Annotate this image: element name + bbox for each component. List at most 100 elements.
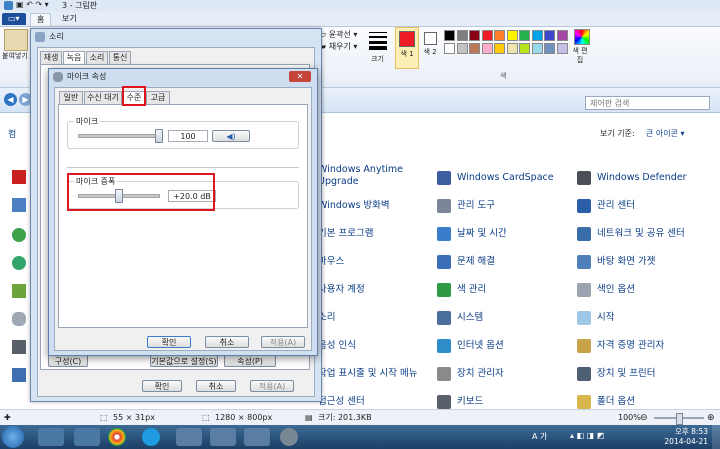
control-panel-item[interactable]: Windows 방화벽 — [318, 198, 390, 214]
zoom-out-icon[interactable]: ⊖ — [640, 410, 648, 426]
microphone-slider-track[interactable] — [78, 134, 160, 138]
sound-apply-button[interactable]: 적용(A) — [250, 380, 294, 392]
keyboard-icon[interactable] — [12, 340, 26, 354]
clock-time[interactable]: 오후 8:53 — [668, 426, 708, 437]
palette-swatch[interactable] — [556, 43, 568, 54]
fill-button[interactable]: ▰ 채우기 ▾ — [320, 41, 357, 52]
palette-swatch[interactable] — [481, 30, 493, 41]
palette-swatch[interactable] — [531, 43, 543, 54]
zoom-slider-thumb[interactable] — [676, 413, 683, 425]
color1-button[interactable]: 색 1 — [395, 27, 419, 69]
tab-home[interactable]: 홈 — [30, 13, 52, 26]
sound-taskbar-icon[interactable] — [280, 428, 298, 446]
view-mode-dropdown[interactable]: 큰 아이콘 ▾ — [646, 128, 685, 139]
palette-swatch[interactable] — [506, 30, 518, 41]
start-button[interactable] — [2, 426, 24, 448]
tab-listen[interactable]: 수신 대기 — [84, 91, 122, 104]
control-panel-item[interactable]: Windows CardSpace — [437, 170, 554, 186]
tab-playback[interactable]: 재생 — [40, 51, 62, 64]
programs-icon[interactable] — [12, 368, 26, 382]
control-panel-item[interactable]: 관리 센터 — [577, 198, 635, 214]
control-panel-item[interactable]: 문제 해결 — [437, 254, 495, 270]
configure-button[interactable]: 구성(C) — [48, 355, 88, 367]
properties-button[interactable]: 속성(P) — [224, 355, 276, 367]
mic-ok-button[interactable]: 확인 — [147, 336, 191, 348]
tab-recording[interactable]: 녹음 — [63, 51, 85, 64]
palette-swatch[interactable] — [456, 43, 468, 54]
control-panel-item[interactable]: Windows Defender — [577, 170, 687, 186]
control-panel-item[interactable]: 음성 인식 — [318, 338, 356, 354]
outline-button[interactable]: ▱ 윤곽선 ▾ — [320, 29, 357, 40]
size-button[interactable] — [369, 30, 387, 52]
control-panel-item[interactable]: 키보드 — [437, 394, 483, 410]
tab-communications[interactable]: 통신 — [109, 51, 131, 64]
control-panel-item[interactable]: 바탕 화면 가젯 — [577, 254, 655, 270]
back-icon[interactable]: ◀ — [4, 93, 17, 106]
palette-swatch[interactable] — [481, 43, 493, 54]
control-panel-item[interactable]: 기본 프로그램 — [318, 226, 373, 242]
clock-date[interactable]: 2014-04-21 — [664, 437, 708, 446]
sync-center-icon[interactable] — [12, 256, 26, 270]
sound-cancel-button[interactable]: 취소 — [196, 380, 236, 392]
control-panel-item[interactable]: 시스템 — [437, 310, 483, 326]
file-menu-button[interactable]: ▭▾ — [2, 13, 26, 25]
control-panel-item[interactable]: 작업 표시줄 및 시작 메뉴 — [318, 366, 417, 382]
color2-button[interactable]: 색 2 — [421, 29, 439, 65]
control-panel-item[interactable]: Windows Anytime Upgrade — [318, 164, 408, 187]
set-default-button[interactable]: 기본값으로 설정(S) — [150, 355, 218, 367]
control-panel-item[interactable]: 시작 — [577, 310, 614, 326]
skype-taskbar-icon[interactable] — [142, 428, 160, 446]
network-icon[interactable] — [12, 284, 26, 298]
action-center-icon[interactable] — [12, 198, 26, 212]
control-panel-item[interactable]: 접근성 센터 — [318, 394, 365, 410]
control-panel-item[interactable]: 자격 증명 관리자 — [577, 338, 664, 354]
quick-access-toolbar-icon[interactable]: ▣ ↶ ↷ ▾ — [16, 0, 49, 9]
explorer-taskbar-icon[interactable] — [38, 428, 64, 446]
flash-icon[interactable] — [12, 170, 26, 184]
tray-icons[interactable]: ▴ ◧ ◨ ◩ — [570, 431, 604, 440]
palette-swatch[interactable] — [444, 43, 455, 54]
palette-swatch[interactable] — [456, 30, 468, 41]
palette-swatch[interactable] — [544, 43, 555, 54]
palette-swatch[interactable] — [469, 30, 480, 41]
palette-swatch[interactable] — [544, 30, 555, 41]
control-panel-item[interactable]: 인터넷 옵션 — [437, 338, 504, 354]
control-panel-taskbar-icon[interactable] — [176, 428, 202, 446]
mute-button[interactable]: ◀) — [212, 130, 250, 142]
control-panel-item[interactable]: 색인 옵션 — [577, 282, 635, 298]
palette-swatch[interactable] — [444, 30, 455, 41]
control-panel-item[interactable]: 네트워크 및 공유 센터 — [577, 226, 685, 242]
control-panel-item[interactable]: 폴더 옵션 — [577, 394, 635, 410]
control-panel-search-input[interactable]: 제어판 검색 — [585, 96, 710, 110]
control-panel-item[interactable]: 사용자 계정 — [318, 282, 365, 298]
palette-swatch[interactable] — [519, 30, 530, 41]
input-language-indicator[interactable]: A 가 — [532, 431, 547, 442]
mic-apply-button[interactable]: 적용(A) — [261, 336, 305, 348]
palette-swatch[interactable] — [556, 30, 568, 41]
control-panel-item[interactable]: 장치 및 프린터 — [577, 366, 655, 382]
palette-swatch[interactable] — [506, 43, 518, 54]
zoom-in-icon[interactable]: ⊕ — [707, 410, 715, 426]
palette-swatch[interactable] — [494, 30, 505, 41]
edit-colors-icon[interactable] — [574, 29, 590, 45]
speech-icon[interactable] — [12, 312, 26, 326]
palette-swatch[interactable] — [531, 30, 543, 41]
paste-icon[interactable] — [4, 29, 28, 51]
tab-advanced[interactable]: 고급 — [146, 91, 170, 104]
tab-sounds[interactable]: 소리 — [86, 51, 108, 64]
microphone-level-value[interactable]: 100 — [168, 130, 208, 142]
microphone-slider-thumb[interactable] — [155, 129, 163, 143]
control-panel-item[interactable]: 관리 도구 — [437, 198, 495, 214]
sound-ok-button[interactable]: 확인 — [142, 380, 182, 392]
palette-swatch[interactable] — [519, 43, 530, 54]
chrome-taskbar-icon[interactable] — [108, 428, 126, 446]
paint-taskbar-icon[interactable] — [244, 428, 270, 446]
show-desktop-button[interactable] — [712, 425, 720, 449]
mic-cancel-button[interactable]: 취소 — [205, 336, 249, 348]
palette-swatch[interactable] — [469, 43, 480, 54]
app-taskbar-icon[interactable] — [210, 428, 236, 446]
palette-swatch[interactable] — [494, 43, 505, 54]
tab-general[interactable]: 일반 — [59, 91, 83, 104]
folder-taskbar-icon[interactable] — [74, 428, 100, 446]
tab-view[interactable]: 보기 — [56, 13, 83, 25]
